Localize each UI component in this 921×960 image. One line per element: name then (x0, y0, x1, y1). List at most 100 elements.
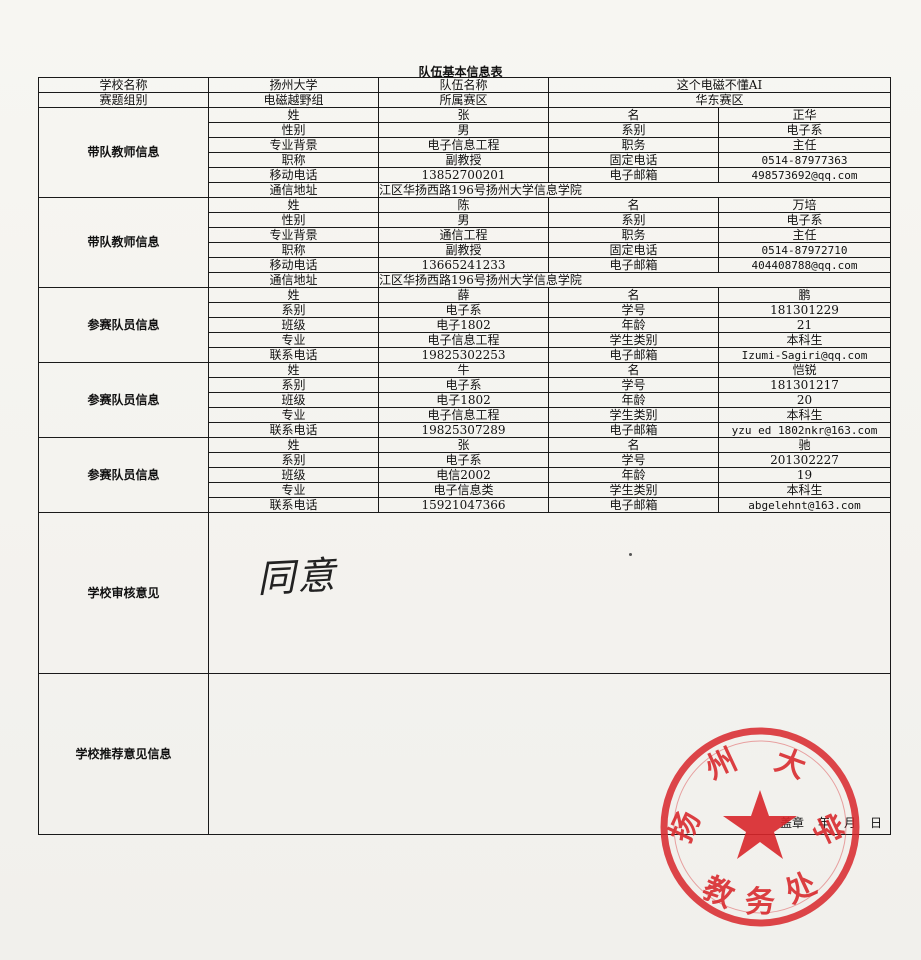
surname-label: 姓 (208, 437, 379, 453)
surname-value: 张 (378, 107, 549, 123)
member-section-label: 参赛队员信息 (38, 287, 209, 363)
email-value: 404408788@qq.com (717, 257, 892, 273)
class-label: 班级 (208, 317, 379, 333)
email-label: 电子邮箱 (548, 257, 719, 273)
major-value: 电子信息工程 (378, 407, 549, 423)
school-opinion-area: 同意 (207, 512, 892, 674)
given-name-value: 恺锐 (717, 362, 892, 378)
student-type-value: 本科生 (717, 407, 892, 423)
region-value: 华东赛区 (547, 92, 892, 108)
student-id-value: 201302227 (717, 452, 892, 468)
dept-label: 系别 (208, 377, 379, 393)
title-label: 职称 (208, 152, 379, 168)
seal-char: 务 (745, 885, 775, 920)
phone-label: 联系电话 (208, 347, 379, 363)
surname-label: 姓 (208, 287, 379, 303)
dept-label: 系别 (208, 452, 379, 468)
phone-label: 联系电话 (208, 422, 379, 438)
dept-value: 电子系 (378, 452, 549, 468)
month-label: 月 (843, 816, 856, 830)
school-recommend-row: 学校推荐意见信息 盖章年月日 (38, 673, 892, 835)
surname-value: 张 (378, 437, 549, 453)
given-name-label: 名 (548, 197, 719, 213)
teacher-row: 带队教师信息 姓 陈 名 万培 (38, 197, 892, 288)
region-label: 所属赛区 (378, 92, 549, 108)
age-label: 年龄 (548, 317, 719, 333)
email-value: Izumi-Sagiri@qq.com (717, 347, 892, 363)
form-sheet: 队伍基本信息表 学校名称 扬州大学 队伍名称 这个电磁不懂AI 赛题组别 电磁越… (0, 0, 921, 960)
age-value: 20 (717, 392, 892, 408)
gender-label: 性别 (208, 122, 379, 138)
gender-label: 性别 (208, 212, 379, 228)
member-row: 参赛队员信息 姓 张 名 驰 (38, 437, 892, 513)
major-label: 专业 (208, 482, 379, 498)
dept-label: 系别 (208, 302, 379, 318)
email-label: 电子邮箱 (548, 422, 719, 438)
stamp-label: 盖章 (779, 816, 804, 830)
post-value: 主任 (717, 137, 892, 153)
surname-label: 姓 (208, 107, 379, 123)
addr-value: 江区华扬西路196号扬州大学信息学院 (377, 182, 892, 198)
post-value: 主任 (717, 227, 892, 243)
class-value: 电子1802 (378, 392, 549, 408)
email-label: 电子邮箱 (548, 497, 719, 513)
phone-label: 固定电话 (548, 242, 719, 258)
major-label: 专业背景 (208, 227, 379, 243)
student-id-label: 学号 (548, 302, 719, 318)
mobile-label: 移动电话 (208, 167, 379, 183)
dept-value: 电子系 (717, 122, 892, 138)
title-value: 副教授 (378, 152, 549, 168)
class-label: 班级 (208, 467, 379, 483)
phone-label: 联系电话 (208, 497, 379, 513)
day-label: 日 (870, 816, 883, 830)
school-recommend-label: 学校推荐意见信息 (38, 673, 209, 835)
student-id-label: 学号 (548, 377, 719, 393)
header-row: 学校名称 扬州大学 队伍名称 这个电磁不懂AI (38, 77, 892, 93)
major-label: 专业 (208, 332, 379, 348)
surname-label: 姓 (208, 197, 379, 213)
phone-value: 15921047366 (378, 497, 549, 513)
email-value: 498573692@qq.com (717, 167, 892, 183)
member-section-label: 参赛队员信息 (38, 362, 209, 438)
addr-value: 江区华扬西路196号扬州大学信息学院 (377, 272, 892, 288)
team-label: 队伍名称 (378, 77, 549, 93)
class-value: 电子1802 (378, 317, 549, 333)
seal-char: 处 (779, 866, 822, 911)
gender-value: 男 (378, 212, 549, 228)
student-type-value: 本科生 (717, 482, 892, 498)
major-value: 电子信息类 (378, 482, 549, 498)
class-label: 班级 (208, 392, 379, 408)
student-id-value: 181301217 (717, 377, 892, 393)
member-section-label: 参赛队员信息 (38, 437, 209, 513)
addr-label: 通信地址 (208, 182, 379, 198)
ink-dot (629, 553, 632, 556)
team-info-table: 学校名称 扬州大学 队伍名称 这个电磁不懂AI 赛题组别 电磁越野组 所属赛区 … (38, 77, 892, 835)
major-label: 专业 (208, 407, 379, 423)
email-label: 电子邮箱 (548, 167, 719, 183)
school-opinion-label: 学校审核意见 (38, 512, 209, 674)
member-row: 参赛队员信息 姓 牛 名 恺锐 (38, 362, 892, 438)
surname-value: 牛 (378, 362, 549, 378)
major-value: 电子信息工程 (378, 332, 549, 348)
student-type-value: 本科生 (717, 332, 892, 348)
dept-value: 电子系 (378, 377, 549, 393)
title-label: 职称 (208, 242, 379, 258)
student-id-value: 181301229 (717, 302, 892, 318)
given-name-label: 名 (548, 107, 719, 123)
year-label: 年 (817, 816, 830, 830)
phone-value: 19825307289 (378, 422, 549, 438)
school-label: 学校名称 (38, 77, 209, 93)
age-value: 21 (717, 317, 892, 333)
dept-value: 电子系 (378, 302, 549, 318)
email-value: abgelehnt@163.com (717, 497, 892, 513)
team-value: 这个电磁不懂AI (547, 77, 892, 93)
group-row: 赛题组别 电磁越野组 所属赛区 华东赛区 (38, 92, 892, 108)
mobile-value: 13852700201 (378, 167, 549, 183)
title-value: 副教授 (378, 242, 549, 258)
student-id-label: 学号 (548, 452, 719, 468)
teacher-section-label: 带队教师信息 (38, 197, 209, 288)
phone-value: 0514-87972710 (717, 242, 892, 258)
phone-value: 0514-87977363 (717, 152, 892, 168)
school-recommend-area: 盖章年月日 (207, 673, 892, 835)
addr-label: 通信地址 (208, 272, 379, 288)
